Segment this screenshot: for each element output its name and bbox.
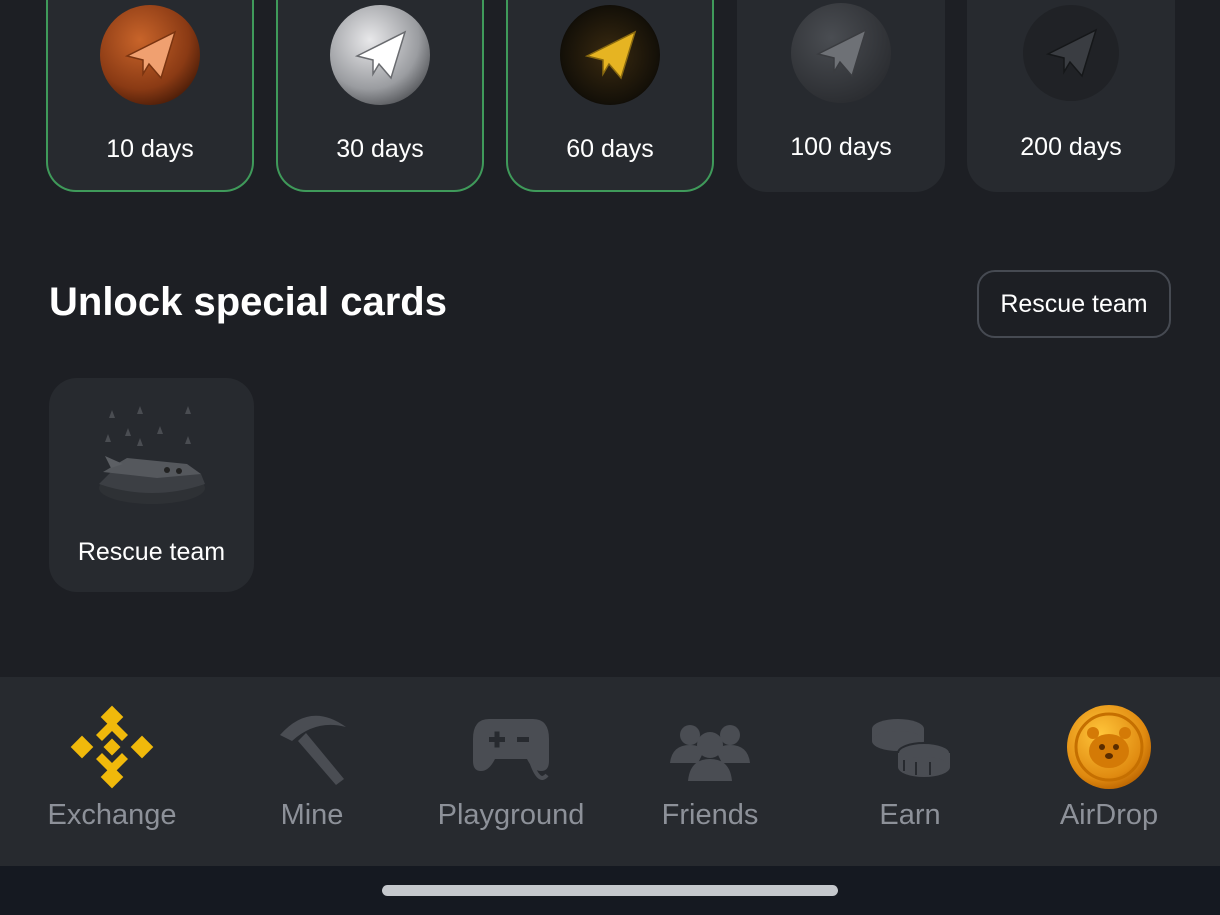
section-title: Unlock special cards bbox=[49, 280, 447, 324]
streak-label: 60 days bbox=[566, 135, 654, 163]
tab-label: Playground bbox=[437, 799, 585, 831]
tab-earn[interactable]: Earn bbox=[810, 677, 1010, 866]
tab-airdrop[interactable]: AirDrop bbox=[1009, 677, 1209, 866]
streak-label: 10 days bbox=[106, 135, 194, 163]
streak-card-100-days[interactable]: 100 days bbox=[737, 0, 945, 192]
special-card-rescue-team[interactable]: Rescue team bbox=[49, 378, 254, 592]
tab-friends[interactable]: Friends bbox=[610, 677, 810, 866]
tab-exchange[interactable]: Exchange bbox=[12, 677, 212, 866]
streak-rewards-row: 10 days 30 days 60 days 100 days 200 day… bbox=[0, 0, 1220, 200]
platinum-paper-plane-badge-icon bbox=[790, 2, 892, 104]
streak-card-60-days[interactable]: 60 days bbox=[506, 0, 714, 192]
streak-card-10-days[interactable]: 10 days bbox=[46, 0, 254, 192]
bottom-tab-bar: Exchange Mine Playground Friends Earn Ai… bbox=[0, 677, 1220, 866]
black-paper-plane-badge-icon bbox=[1020, 2, 1122, 104]
streak-card-200-days[interactable]: 200 days bbox=[967, 0, 1175, 192]
tab-label: Friends bbox=[661, 799, 759, 831]
gold-paper-plane-badge-icon bbox=[559, 4, 661, 106]
gamepad-icon bbox=[469, 705, 553, 789]
rescue-team-filter-button[interactable]: Rescue team bbox=[977, 270, 1171, 338]
tab-label: Mine bbox=[280, 799, 344, 831]
special-card-label: Rescue team bbox=[77, 538, 226, 566]
tab-playground[interactable]: Playground bbox=[411, 677, 611, 866]
tab-label: Exchange bbox=[47, 799, 177, 831]
tab-label: AirDrop bbox=[1059, 799, 1159, 831]
tab-mine[interactable]: Mine bbox=[212, 677, 412, 866]
home-indicator[interactable] bbox=[382, 885, 838, 896]
silver-paper-plane-badge-icon bbox=[329, 4, 431, 106]
pickaxe-icon bbox=[270, 705, 354, 789]
friends-icon bbox=[668, 705, 752, 789]
streak-label: 30 days bbox=[336, 135, 424, 163]
hamster-coin-icon bbox=[1067, 705, 1151, 789]
streak-label: 200 days bbox=[1020, 133, 1122, 161]
tab-label: Earn bbox=[879, 799, 941, 831]
system-navigation-area bbox=[0, 866, 1220, 915]
streak-card-30-days[interactable]: 30 days bbox=[276, 0, 484, 192]
bronze-paper-plane-badge-icon bbox=[99, 4, 201, 106]
coins-icon bbox=[868, 705, 952, 789]
rescue-spaceship-icon bbox=[97, 406, 207, 511]
binance-logo-icon bbox=[70, 705, 154, 789]
streak-label: 100 days bbox=[790, 133, 892, 161]
